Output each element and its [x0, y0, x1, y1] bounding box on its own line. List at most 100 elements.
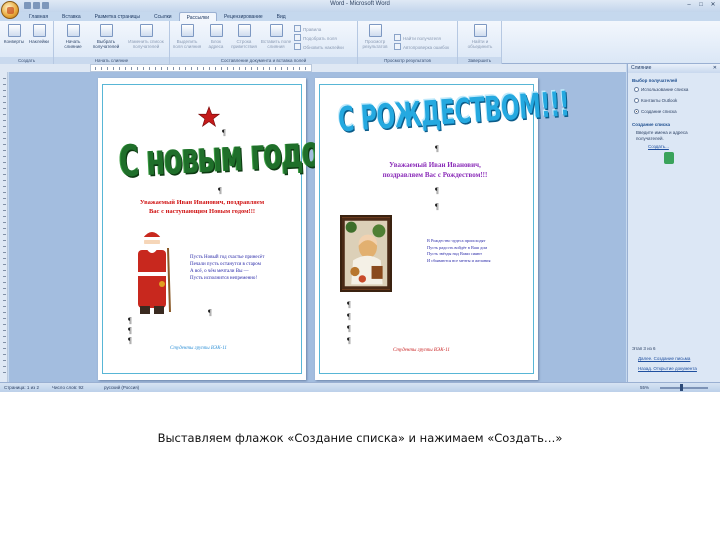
address-icon	[209, 24, 223, 37]
status-words[interactable]: Число слов: 92	[52, 384, 84, 391]
update-labels-button[interactable]: Обновить наклейки	[294, 43, 344, 50]
preview-icon	[368, 24, 382, 37]
ribbon-group-start-merge: Начать слияние Выбрать получателей Измен…	[54, 21, 170, 64]
horizontal-ruler[interactable]	[90, 64, 312, 72]
edit-list-icon	[139, 24, 153, 37]
paragraph-mark: ¶	[435, 202, 439, 211]
paragraph-mark: ¶	[347, 312, 351, 321]
new-year-signature: Студенты группы ВЭК-11	[170, 346, 227, 351]
angel-image	[340, 215, 392, 292]
match-fields-button[interactable]: Подобрать поля	[294, 34, 337, 41]
field-icon	[269, 24, 283, 37]
option-outlook-contacts[interactable]: Контакты Outlook	[634, 98, 677, 104]
section-title-create-list: Создание списка	[632, 122, 671, 127]
highlight-icon	[180, 24, 194, 37]
greeting-line: Уважаемый Иван Иванович, поздравляем	[139, 199, 265, 206]
envelopes-button[interactable]: Конверты	[2, 24, 26, 44]
slide-caption: Выставляем флажок «Создание списка» и на…	[157, 431, 563, 445]
vertical-ruler[interactable]	[0, 72, 8, 384]
greeting-line: Уважаемый Иван Иванович,	[389, 161, 481, 169]
auto-check-errors-button[interactable]: Автопроверка ошибок	[394, 43, 449, 50]
status-language[interactable]: русский (Россия)	[104, 384, 139, 391]
paragraph-mark: ¶	[128, 316, 132, 325]
option-create-list[interactable]: Создание списка	[634, 109, 677, 115]
paragraph-mark: ¶	[347, 324, 351, 333]
zoom-slider-thumb[interactable]	[680, 384, 683, 391]
select-recipients-button[interactable]: Выбрать получателей	[90, 24, 122, 49]
create-list-description: Введите имена и адреса получателей.	[636, 130, 688, 141]
group-label: Составление документа и вставка полей	[170, 57, 357, 64]
redo-icon[interactable]	[42, 2, 49, 9]
greeting-line-button[interactable]: Строка приветствия	[230, 24, 258, 49]
radio-selected-icon	[634, 109, 639, 114]
title-bar: Word - Microsoft Word – □ ✕	[0, 0, 720, 12]
ribbon-group-create: Конверты Наклейки Создать	[0, 21, 54, 64]
ribbon: Конверты Наклейки Создать Начать слияние…	[0, 21, 720, 64]
status-page[interactable]: Страница: 1 из 2	[4, 384, 39, 391]
page-christmas[interactable]: С РОЖДЕСТВОМ!!! ¶ Уважаемый Иван Иванови…	[315, 78, 570, 380]
minimize-button[interactable]: –	[684, 1, 694, 9]
status-bar: Страница: 1 из 2 Число слов: 92 русский …	[0, 382, 720, 392]
paragraph-mark: ¶	[128, 336, 132, 345]
santa-image	[138, 232, 171, 314]
rules-button[interactable]: Правила	[294, 25, 321, 32]
greeting-icon	[237, 24, 251, 37]
merge-icon	[66, 24, 80, 37]
star-icon	[198, 106, 220, 127]
group-label: Просмотр результатов	[358, 57, 457, 64]
close-icon[interactable]: ✕	[713, 64, 717, 73]
paragraph-mark: ¶	[208, 308, 212, 317]
find-recipient-button[interactable]: Найти получателя	[394, 34, 441, 41]
window-title: Word - Microsoft Word	[330, 1, 390, 7]
insert-merge-field-button[interactable]: Вставить поле слияния	[259, 24, 293, 49]
undo-icon[interactable]	[33, 2, 40, 9]
preview-results-button[interactable]: Просмотр результатов	[360, 24, 390, 49]
page-new-year[interactable]: ¶ С новым годом ¶ Уважаемый Иван Иванови…	[98, 78, 342, 380]
ribbon-group-write-insert: Выделить поля слияния Блок адреса Строка…	[170, 21, 358, 64]
labels-button[interactable]: Наклейки	[27, 24, 51, 44]
save-icon[interactable]	[24, 2, 31, 9]
edit-recipients-button[interactable]: Изменить список получателей	[124, 24, 168, 49]
christmas-greeting: Уважаемый Иван Иванович, поздравляем Вас…	[345, 160, 525, 180]
window-controls: – □ ✕	[684, 1, 718, 9]
quick-access-toolbar	[24, 2, 49, 9]
radio-icon	[634, 87, 639, 92]
paragraph-mark: ¶	[218, 186, 222, 195]
finish-icon	[473, 24, 487, 37]
pane-header: Слияние ✕	[628, 64, 720, 73]
envelope-icon	[7, 24, 21, 37]
ribbon-group-finish: Найти и объединить Завершить	[458, 21, 502, 64]
paragraph-mark: ¶	[128, 326, 132, 335]
paragraph-mark: ¶	[435, 144, 439, 153]
group-label: Начать слияние	[54, 57, 169, 64]
mouse-cursor-icon	[664, 152, 674, 164]
christmas-signature: Студенты группы ВЭК-11	[393, 348, 450, 353]
new-year-poem: Пусть Новый год счастье принесёт Печали …	[190, 255, 265, 281]
christmas-poem: В Рождество чудеса происходят Пусть радо…	[427, 238, 491, 263]
greeting-line: Вас с наступающим Новым годом!!!	[148, 208, 256, 215]
close-button[interactable]: ✕	[708, 1, 718, 9]
new-year-greeting: Уважаемый Иван Иванович, поздравляем Вас…	[112, 198, 292, 216]
group-label: Создать	[0, 57, 53, 64]
address-block-button[interactable]: Блок адреса	[203, 24, 229, 49]
maximize-button[interactable]: □	[696, 1, 706, 9]
paragraph-mark: ¶	[347, 336, 351, 345]
previous-step-link[interactable]: Назад. Открытие документа	[638, 366, 697, 371]
finish-merge-button[interactable]: Найти и объединить	[462, 24, 498, 49]
pane-title: Слияние	[631, 65, 652, 71]
radio-icon	[634, 98, 639, 103]
create-link[interactable]: Создать...	[648, 144, 669, 149]
highlight-fields-button[interactable]: Выделить поля слияния	[172, 24, 202, 49]
zoom-level[interactable]: 55%	[640, 384, 649, 391]
next-step-link[interactable]: Далее. Создание письма	[638, 356, 690, 361]
mail-merge-pane: Слияние ✕ Выбор получателей Использовани…	[627, 64, 720, 384]
start-merge-button[interactable]: Начать слияние	[58, 24, 88, 49]
step-indicator: Этап 3 из 6	[632, 346, 656, 351]
zoom-slider[interactable]	[660, 387, 708, 389]
recipients-icon	[99, 24, 113, 37]
document-area[interactable]: ¶ С новым годом ¶ Уважаемый Иван Иванови…	[9, 72, 626, 382]
new-year-wordart: С новым годом	[118, 126, 342, 188]
option-use-existing-list[interactable]: Использование списка	[634, 87, 688, 93]
office-button[interactable]	[1, 1, 19, 19]
group-label: Завершить	[458, 57, 501, 64]
